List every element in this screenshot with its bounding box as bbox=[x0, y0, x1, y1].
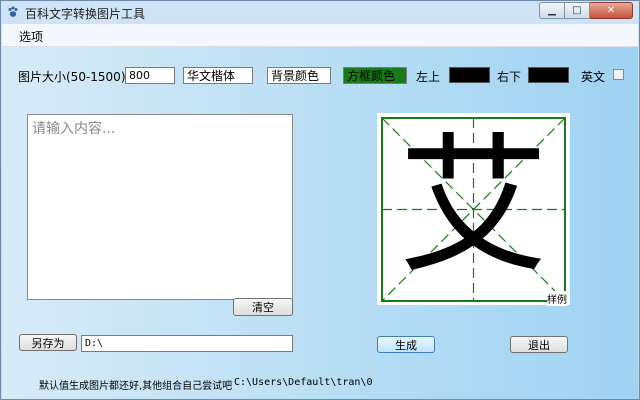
frame-color-button[interactable]: 方框颜色 bbox=[343, 67, 407, 84]
menu-options[interactable]: 选项 bbox=[19, 28, 43, 45]
top-left-color-swatch[interactable] bbox=[449, 67, 490, 83]
size-label: 图片大小(50-1500) bbox=[18, 70, 126, 84]
window-title: 百科文字转换图片工具 bbox=[25, 7, 146, 21]
bg-color-button[interactable]: 背景颜色 bbox=[267, 67, 331, 84]
client-area: 图片大小(50-1500) 800 华文楷体 背景颜色 方框颜色 左上 右下 英… bbox=[2, 47, 638, 399]
menu-bar: 选项 bbox=[2, 24, 638, 47]
clear-button[interactable]: 清空 bbox=[233, 298, 293, 316]
font-button[interactable]: 华文楷体 bbox=[183, 67, 253, 84]
window-controls: ▁ □ ✕ bbox=[539, 2, 633, 19]
top-left-label: 左上 bbox=[416, 70, 441, 84]
english-checkbox[interactable] bbox=[613, 69, 624, 80]
preview-panel: 艾 样例 bbox=[377, 113, 570, 306]
maximize-icon: □ bbox=[572, 5, 582, 16]
minimize-button[interactable]: ▁ bbox=[539, 2, 565, 19]
preview-character: 艾 bbox=[398, 120, 549, 294]
content-input[interactable]: 请输入内容... bbox=[27, 114, 293, 300]
close-button[interactable]: ✕ bbox=[590, 2, 633, 19]
output-path-text: C:\Users\Default\tran\0 bbox=[234, 377, 373, 388]
bottom-right-color-swatch[interactable] bbox=[528, 67, 569, 83]
maximize-button[interactable]: □ bbox=[565, 2, 590, 19]
sample-label: 样例 bbox=[547, 291, 567, 306]
save-path-input[interactable]: D:\ bbox=[81, 335, 293, 352]
close-icon: ✕ bbox=[606, 5, 616, 16]
english-label: 英文 bbox=[581, 70, 606, 84]
main-window: 百科文字转换图片工具 ▁ □ ✕ 选项 图片大小(50-1500) 800 华文… bbox=[0, 0, 640, 400]
exit-button[interactable]: 退出 bbox=[510, 336, 568, 353]
title-bar: 百科文字转换图片工具 ▁ □ ✕ bbox=[1, 1, 639, 23]
bottom-right-label: 右下 bbox=[497, 70, 522, 84]
minimize-icon: ▁ bbox=[548, 5, 556, 16]
paw-icon bbox=[8, 6, 18, 17]
save-as-button[interactable]: 另存为 bbox=[19, 334, 77, 351]
hint-text: 默认值生成图片都还好,其他组合自己尝试吧 bbox=[39, 381, 233, 392]
size-input[interactable]: 800 bbox=[125, 67, 175, 84]
generate-button[interactable]: 生成 bbox=[377, 336, 435, 353]
